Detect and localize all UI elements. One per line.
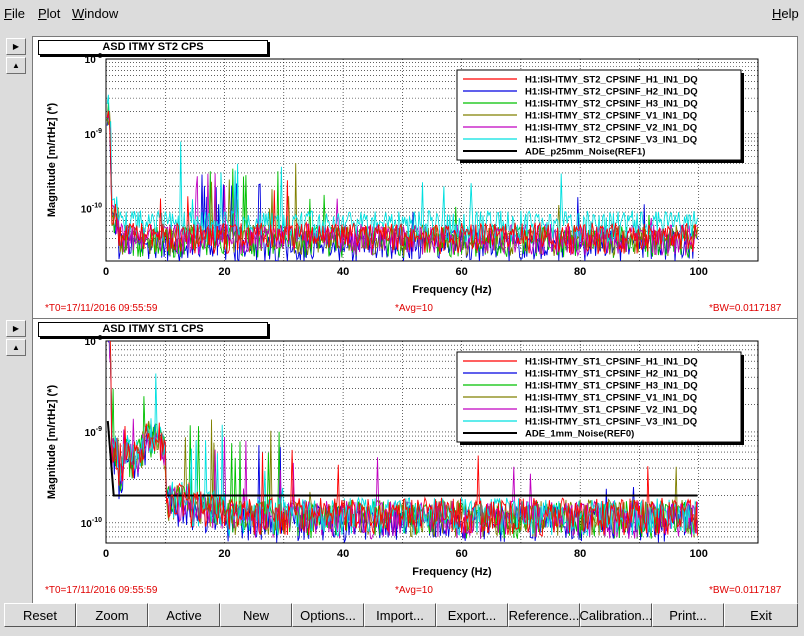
menu-plot[interactable]: Plot bbox=[38, 6, 60, 21]
active-button[interactable]: Active bbox=[148, 603, 220, 627]
status-avg: *Avg=10 bbox=[395, 303, 433, 314]
panel1-collapse-button[interactable]: ▲ bbox=[6, 57, 26, 74]
y-tick-label: 10-9 bbox=[85, 128, 102, 141]
print-button[interactable]: Print... bbox=[652, 603, 724, 627]
legend-label: H1:ISI-ITMY_ST1_CPSINF_H1_IN1_DQ bbox=[525, 357, 698, 368]
plot-svg-st2: 0 20 40 60 80 100 10-8 10-9 10-10 Frequency (Hz) M… bbox=[46, 53, 759, 296]
legend-label: H1:ISI-ITMY_ST2_CPSINF_V3_IN1_DQ bbox=[525, 135, 697, 146]
legend-label: ADE_p25mm_Noise(REF1) bbox=[525, 147, 645, 158]
x-axis-label: Frequency (Hz) bbox=[412, 566, 492, 578]
import-button[interactable]: Import... bbox=[364, 603, 436, 627]
x-tick-label: 20 bbox=[218, 266, 230, 278]
legend-label: ADE_1mm_Noise(REF0) bbox=[525, 429, 634, 440]
menu-bar: File Plot Window Help bbox=[0, 0, 804, 26]
legend-label: H1:ISI-ITMY_ST1_CPSINF_V3_IN1_DQ bbox=[525, 417, 697, 428]
arrow-right-icon: ▶ bbox=[12, 324, 20, 333]
legend-label: H1:ISI-ITMY_ST2_CPSINF_V2_IN1_DQ bbox=[525, 123, 697, 134]
menu-help[interactable]: Help bbox=[772, 6, 799, 21]
arrow-up-icon: ▲ bbox=[12, 343, 20, 352]
zoom-button[interactable]: Zoom bbox=[76, 603, 148, 627]
legend-label: H1:ISI-ITMY_ST1_CPSINF_H3_IN1_DQ bbox=[525, 381, 698, 392]
y-tick-label: 10-10 bbox=[81, 203, 102, 216]
y-tick-label: 10-9 bbox=[85, 426, 102, 439]
menu-window[interactable]: Window bbox=[72, 6, 118, 21]
status-bw: *BW=0.0117187 bbox=[709, 585, 782, 596]
x-tick-label: 40 bbox=[337, 548, 349, 560]
legend-label: H1:ISI-ITMY_ST2_CPSINF_H3_IN1_DQ bbox=[525, 99, 698, 110]
legend-label: H1:ISI-ITMY_ST2_CPSINF_H1_IN1_DQ bbox=[525, 75, 698, 86]
legend-label: H1:ISI-ITMY_ST1_CPSINF_H2_IN1_DQ bbox=[525, 369, 698, 380]
x-tick-label: 100 bbox=[690, 548, 708, 560]
x-tick-label: 40 bbox=[337, 266, 349, 278]
calibration-button[interactable]: Calibration... bbox=[580, 603, 653, 627]
button-bar: Reset Zoom Active New Options... Import.… bbox=[0, 600, 804, 636]
x-tick-label: 80 bbox=[574, 548, 586, 560]
x-tick-label: 80 bbox=[574, 266, 586, 278]
x-tick-label: 0 bbox=[103, 548, 109, 560]
x-axis-label: Frequency (Hz) bbox=[412, 284, 492, 296]
status-t0: *T0=17/11/2016 09:55:59 bbox=[45, 585, 158, 596]
plot-panel-st1[interactable]: ASD ITMY ST1 CPS 0 20 40 60 80 100 10-8 10-9 10-… bbox=[32, 318, 798, 606]
panel1-expand-button[interactable]: ▶ bbox=[6, 38, 26, 55]
status-bw: *BW=0.0117187 bbox=[709, 303, 782, 314]
new-button[interactable]: New bbox=[220, 603, 292, 627]
y-axis-label: Magnitude [m/rtHz] (*) bbox=[46, 385, 58, 500]
y-tick-label: 10-8 bbox=[85, 53, 102, 66]
y-tick-label: 10-8 bbox=[85, 335, 102, 348]
legend-label: H1:ISI-ITMY_ST2_CPSINF_H2_IN1_DQ bbox=[525, 87, 698, 98]
x-tick-label: 0 bbox=[103, 266, 109, 278]
export-button[interactable]: Export... bbox=[436, 603, 508, 627]
legend-label: H1:ISI-ITMY_ST1_CPSINF_V1_IN1_DQ bbox=[525, 393, 697, 404]
y-tick-label: 10-10 bbox=[81, 517, 102, 530]
legend-label: H1:ISI-ITMY_ST1_CPSINF_V2_IN1_DQ bbox=[525, 405, 697, 416]
x-tick-label: 100 bbox=[690, 266, 708, 278]
x-tick-label: 60 bbox=[456, 548, 468, 560]
arrow-right-icon: ▶ bbox=[12, 42, 20, 51]
reset-button[interactable]: Reset bbox=[4, 603, 76, 627]
arrow-up-icon: ▲ bbox=[12, 61, 20, 70]
exit-button[interactable]: Exit bbox=[724, 603, 798, 627]
status-avg: *Avg=10 bbox=[395, 585, 433, 596]
menu-file[interactable]: File bbox=[4, 6, 25, 21]
x-tick-label: 60 bbox=[456, 266, 468, 278]
options-button[interactable]: Options... bbox=[292, 603, 364, 627]
reference-button[interactable]: Reference... bbox=[508, 603, 580, 627]
plot-svg-st1: 0 20 40 60 80 100 10-8 10-9 10-10 Frequency (Hz) M… bbox=[46, 335, 759, 578]
x-tick-label: 20 bbox=[218, 548, 230, 560]
panel2-collapse-button[interactable]: ▲ bbox=[6, 339, 26, 356]
status-t0: *T0=17/11/2016 09:55:59 bbox=[45, 303, 158, 314]
plot-panel-st2[interactable]: ASD ITMY ST2 CPS 0 20 40 60 80 100 10-8 10-9 10-… bbox=[32, 36, 798, 324]
y-axis-label: Magnitude [m/rtHz] (*) bbox=[46, 103, 58, 218]
legend-label: H1:ISI-ITMY_ST2_CPSINF_V1_IN1_DQ bbox=[525, 111, 697, 122]
panel2-expand-button[interactable]: ▶ bbox=[6, 320, 26, 337]
